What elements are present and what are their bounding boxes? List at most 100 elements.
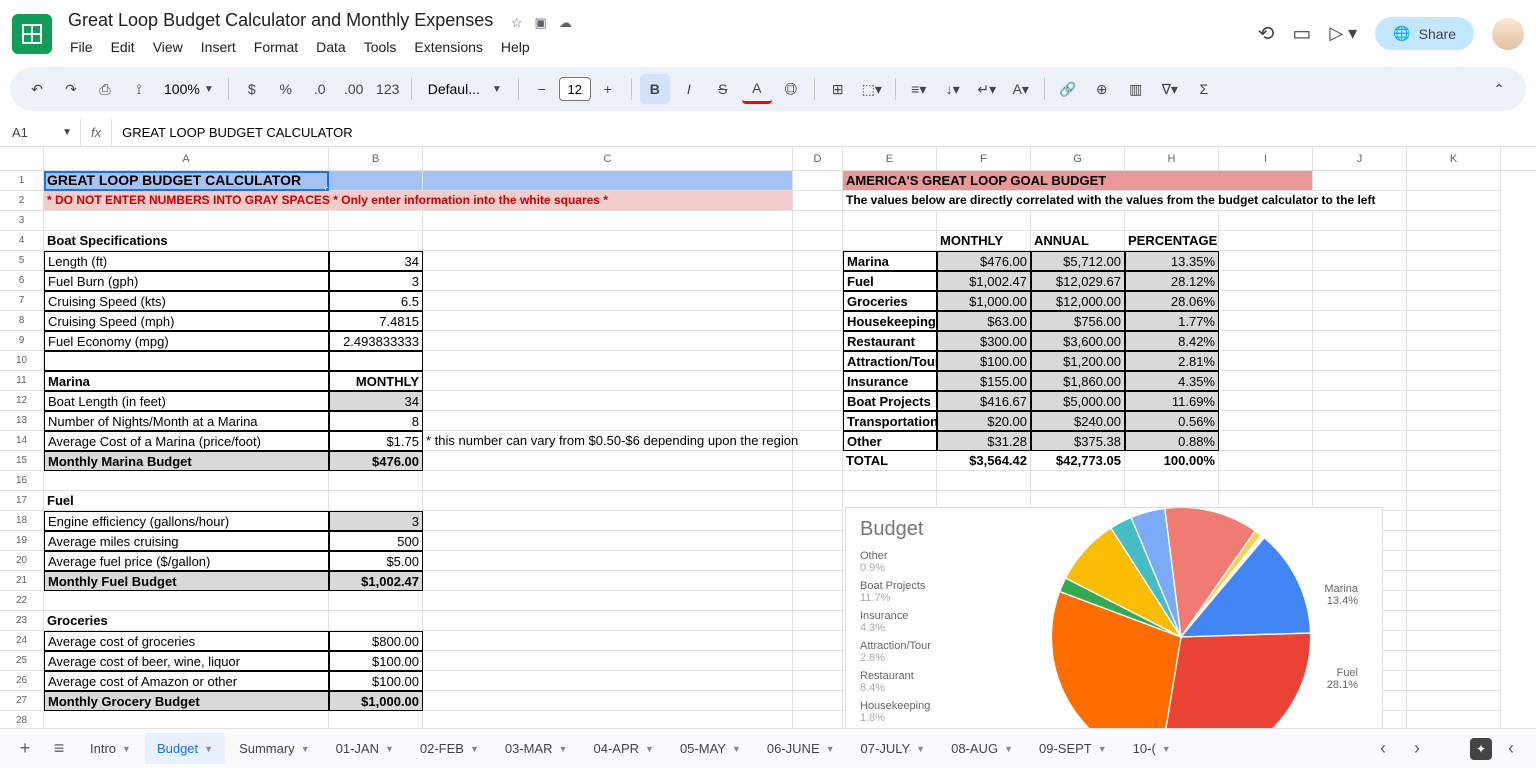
h-align-button[interactable]: ≡▾	[904, 74, 934, 104]
scroll-tabs-right[interactable]: ›	[1402, 734, 1432, 764]
cell[interactable]	[329, 171, 423, 191]
cell[interactable]	[1313, 391, 1407, 411]
cell[interactable]	[329, 491, 423, 511]
cell[interactable]	[793, 591, 843, 611]
cell[interactable]: $1,000.00	[937, 291, 1031, 311]
cell[interactable]: 2.81%	[1125, 351, 1219, 371]
cell[interactable]	[1407, 431, 1501, 451]
cell[interactable]	[423, 471, 793, 491]
cell[interactable]	[1407, 291, 1501, 311]
cell[interactable]	[793, 231, 843, 251]
cell[interactable]: TOTAL	[843, 451, 937, 471]
cell[interactable]: Average cost of groceries	[44, 631, 329, 651]
cell[interactable]: $12,029.67	[1031, 271, 1125, 291]
cell[interactable]	[793, 431, 843, 451]
cell[interactable]: $100.00	[329, 671, 423, 691]
sheet-tab[interactable]: 10-( ▼	[1121, 733, 1183, 764]
document-title[interactable]: Great Loop Budget Calculator and Monthly…	[62, 8, 499, 33]
cell[interactable]	[423, 451, 793, 471]
cell[interactable]	[329, 351, 423, 371]
cell[interactable]	[423, 171, 793, 191]
font-dropdown[interactable]: Defaul...▼	[420, 81, 510, 97]
increase-font-button[interactable]: +	[593, 74, 623, 104]
col-header[interactable]: G	[1031, 147, 1125, 170]
cell[interactable]	[793, 171, 843, 191]
cell[interactable]: $5,712.00	[1031, 251, 1125, 271]
cell[interactable]	[793, 651, 843, 671]
cell[interactable]	[793, 391, 843, 411]
currency-button[interactable]: $	[237, 74, 267, 104]
decrease-decimal-button[interactable]: .0	[305, 74, 335, 104]
cell[interactable]	[1219, 451, 1313, 471]
cell[interactable]	[1407, 451, 1501, 471]
cell[interactable]: Fuel	[843, 271, 937, 291]
col-header[interactable]: K	[1407, 147, 1501, 170]
cell[interactable]: Insurance	[843, 371, 937, 391]
strikethrough-button[interactable]: S	[708, 74, 738, 104]
cell[interactable]	[1407, 691, 1501, 711]
sheet-tab[interactable]: 08-AUG ▼	[939, 733, 1025, 764]
redo-button[interactable]: ↷	[56, 74, 86, 104]
sheet-tab[interactable]: Summary ▼	[227, 733, 322, 764]
cell[interactable]	[1125, 471, 1219, 491]
cell[interactable]	[44, 351, 329, 371]
cell[interactable]: Boat Specifications	[44, 231, 329, 251]
cell[interactable]: $5.00	[329, 551, 423, 571]
cell[interactable]: Average miles cruising	[44, 531, 329, 551]
move-icon[interactable]: ▣	[535, 15, 547, 31]
cell[interactable]: 4.35%	[1125, 371, 1219, 391]
cell[interactable]	[1313, 371, 1407, 391]
cell[interactable]: $416.67	[937, 391, 1031, 411]
cell[interactable]: $100.00	[329, 651, 423, 671]
decrease-font-button[interactable]: −	[527, 74, 557, 104]
cell[interactable]: $20.00	[937, 411, 1031, 431]
cell[interactable]: 7.4815	[329, 311, 423, 331]
cell[interactable]: 3	[329, 271, 423, 291]
cell[interactable]	[1407, 671, 1501, 691]
cell[interactable]	[423, 611, 793, 631]
sheet-tab[interactable]: Budget ▼	[145, 733, 225, 764]
cell[interactable]	[423, 631, 793, 651]
cell[interactable]	[1313, 271, 1407, 291]
cell[interactable]	[1407, 231, 1501, 251]
cell[interactable]: Restaurant	[843, 331, 937, 351]
increase-decimal-button[interactable]: .00	[339, 74, 369, 104]
italic-button[interactable]: I	[674, 74, 704, 104]
cell[interactable]	[423, 491, 793, 511]
menu-format[interactable]: Format	[246, 35, 306, 59]
cell[interactable]	[1407, 191, 1501, 211]
cell[interactable]: The values below are directly correlated…	[843, 191, 1407, 211]
cell[interactable]	[1219, 311, 1313, 331]
cell[interactable]: 13.35%	[1125, 251, 1219, 271]
cell[interactable]	[423, 691, 793, 711]
cell[interactable]	[423, 251, 793, 271]
cell[interactable]	[1407, 551, 1501, 571]
cell[interactable]	[793, 271, 843, 291]
cell[interactable]	[793, 371, 843, 391]
cell[interactable]: $42,773.05	[1031, 451, 1125, 471]
cell[interactable]: $63.00	[937, 311, 1031, 331]
cell[interactable]: Monthly Marina Budget	[44, 451, 329, 471]
cell[interactable]	[423, 331, 793, 351]
cell[interactable]	[1407, 171, 1501, 191]
cell[interactable]	[793, 611, 843, 631]
cell[interactable]: $800.00	[329, 631, 423, 651]
cell[interactable]: $1,200.00	[1031, 351, 1125, 371]
cell[interactable]: * this number can vary from $0.50-$6 dep…	[423, 431, 793, 451]
undo-button[interactable]: ↶	[22, 74, 52, 104]
cell[interactable]	[1407, 651, 1501, 671]
borders-button[interactable]: ⊞	[823, 74, 853, 104]
col-header[interactable]: J	[1313, 147, 1407, 170]
col-header[interactable]: B	[329, 147, 423, 170]
v-align-button[interactable]: ↓▾	[938, 74, 968, 104]
cell[interactable]	[793, 571, 843, 591]
cloud-icon[interactable]: ☁	[559, 15, 572, 31]
cell[interactable]	[1407, 391, 1501, 411]
cell[interactable]: $1,002.47	[937, 271, 1031, 291]
cell[interactable]	[423, 651, 793, 671]
cell[interactable]	[843, 231, 937, 251]
scroll-tabs-left[interactable]: ‹	[1368, 734, 1398, 764]
merge-button[interactable]: ⬚▾	[857, 74, 887, 104]
cell[interactable]: Average cost of Amazon or other	[44, 671, 329, 691]
filter-button[interactable]: ∇▾	[1155, 74, 1185, 104]
